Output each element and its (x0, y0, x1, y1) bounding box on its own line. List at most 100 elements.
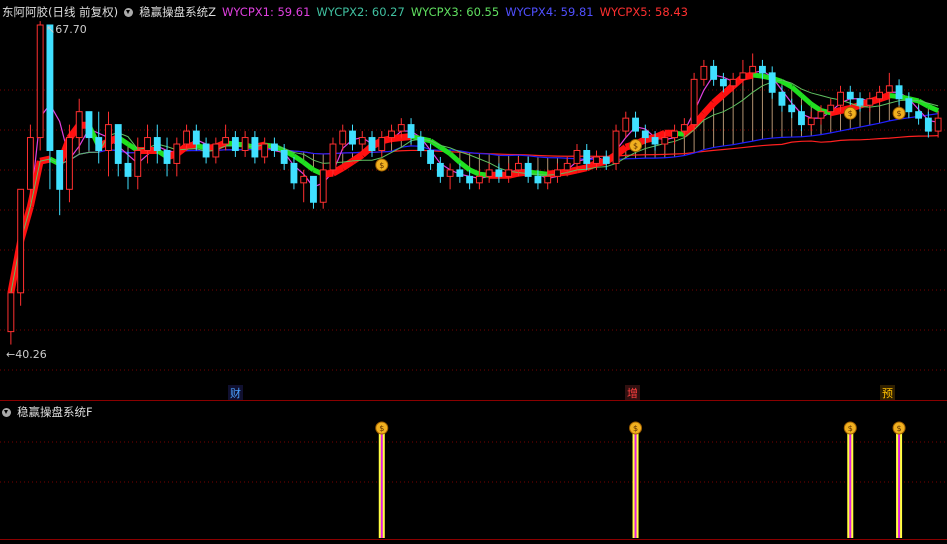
candle-body (95, 137, 103, 151)
svg-text:$: $ (633, 424, 638, 433)
candle-body (105, 124, 112, 151)
candle-body (690, 78, 698, 126)
candle-body (290, 162, 298, 184)
wycpx2-segment (653, 130, 667, 141)
wycpx2-segment (292, 153, 306, 165)
candle-body (66, 137, 73, 190)
money-bag-icon: $ (375, 158, 389, 172)
candle-body (56, 149, 64, 190)
candle-body (251, 137, 259, 158)
signal-chart[interactable]: $ $ $ $ (0, 402, 947, 540)
candle-body (212, 143, 220, 158)
signal-bar-core (380, 432, 383, 538)
wycpx1-line (10, 70, 939, 293)
candle-body (446, 169, 454, 177)
svg-text:$: $ (633, 142, 638, 151)
marker-zeng[interactable]: 增 (625, 385, 640, 401)
candle-body (183, 130, 190, 145)
candle-body (856, 98, 864, 106)
sub-indicator-menu-icon[interactable] (2, 408, 11, 417)
wycpx5-line (10, 135, 939, 293)
candle-body (671, 130, 679, 139)
main-header: 东阿阿胶(日线 前复权) 稳赢操盘系统Z WYCPX1: 59.61 WYCPX2: … (2, 4, 694, 20)
candle-body (17, 188, 25, 294)
svg-text:$: $ (848, 424, 853, 433)
candle-body (270, 143, 278, 151)
wycpx2-segment (302, 160, 315, 172)
candle-body (75, 111, 83, 139)
main-chart-panel[interactable]: $ $ $ $ 东阿阿胶(日线 前复权) 稳赢操盘系统Z WYCPX1: 59.61 WYC… (0, 0, 947, 401)
wycpx2-segment (438, 145, 452, 156)
candle-body (817, 111, 825, 119)
marker-cai[interactable]: 财 (228, 385, 243, 401)
money-bag-icon: $ (843, 421, 857, 435)
candle-body (905, 98, 913, 113)
candle-body (612, 130, 620, 164)
candle-body (632, 117, 639, 132)
money-bag-icon: $ (892, 106, 906, 120)
marker-yu[interactable]: 预 (880, 385, 895, 401)
candle-body (915, 111, 923, 119)
indicator-name: 稳赢操盘系统Z (139, 5, 217, 19)
candle-body (485, 169, 493, 177)
wycpx2-segment (927, 104, 940, 113)
panel-divider[interactable] (0, 400, 947, 401)
candle-body (144, 137, 151, 151)
wycpx2-segment (752, 72, 763, 79)
wycpx1-value: WYCPX1: 59.61 (222, 5, 311, 19)
candle-body (514, 162, 522, 171)
candle-body (46, 24, 54, 151)
candle-body (602, 156, 610, 164)
indicator-menu-icon[interactable] (124, 8, 134, 17)
candle-body (788, 104, 796, 113)
candle-body (397, 124, 405, 132)
wycpx2-segment (809, 102, 823, 113)
candle-body (563, 162, 571, 171)
candle-body (173, 143, 181, 164)
stock-title: 东阿阿胶(日线 前复权) (2, 5, 119, 19)
candle-body (846, 91, 854, 100)
candle-body (85, 111, 93, 139)
candlestick-chart[interactable]: $ $ $ $ (0, 0, 947, 400)
candle-body (544, 175, 552, 184)
candle-body (534, 175, 542, 184)
candle-body (651, 137, 659, 145)
sub-chart-panel[interactable]: $ $ $ $ 稳赢操盘系统F (0, 402, 947, 540)
candle-body (310, 175, 317, 203)
candle-body (895, 85, 903, 100)
candle-body (436, 162, 444, 177)
candle-body (924, 117, 932, 132)
candle-body (710, 65, 718, 80)
candle-body (700, 65, 708, 80)
wycpx2-value: WYCPX2: 60.27 (316, 5, 405, 19)
sub-header: 稳赢操盘系统F (2, 404, 99, 420)
candle-body (114, 124, 122, 164)
candle-body (876, 91, 883, 100)
low-price-label: ←40.26 (6, 348, 47, 361)
candle-body (729, 78, 737, 87)
wycpx2-segment (701, 100, 717, 117)
candle-body (358, 137, 366, 145)
candle-body (36, 24, 44, 139)
high-price-label: ↖67.70 (46, 23, 87, 36)
candle-body (505, 169, 513, 177)
wycpx4-value: WYCPX4: 59.81 (505, 5, 594, 19)
signal-bar-core (849, 432, 852, 538)
candle-body (475, 175, 483, 184)
wycpx2-segment (186, 141, 197, 150)
wycpx5-value: WYCPX5: 58.43 (599, 5, 688, 19)
candle-body (26, 137, 34, 190)
candle-body (759, 65, 766, 74)
candle-body (368, 137, 376, 151)
candle-body (778, 91, 786, 106)
candle-body (934, 117, 942, 132)
wycpx2-segment (468, 167, 481, 177)
candle-body (593, 156, 600, 164)
candle-body (456, 169, 464, 177)
candle-body (622, 117, 630, 132)
candle-body (134, 149, 142, 177)
candle-body (739, 72, 747, 80)
candle-body (749, 65, 757, 74)
candle-body (153, 137, 161, 151)
candle-body (661, 137, 669, 145)
